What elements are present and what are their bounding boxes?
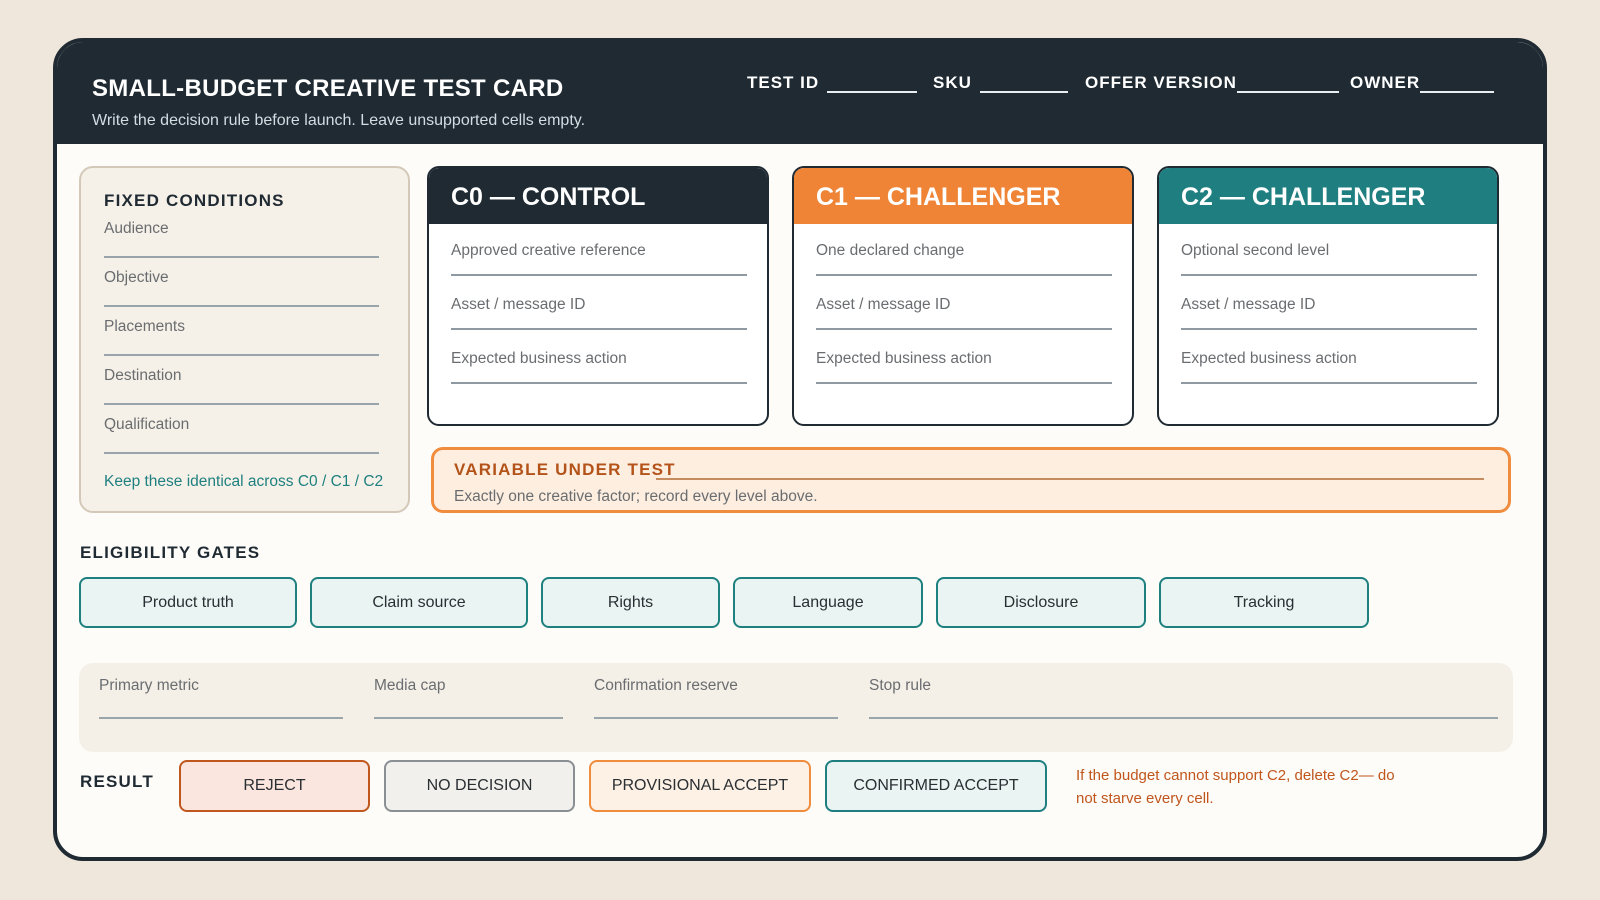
sku-field[interactable]: SKU bbox=[933, 73, 1068, 93]
card-subtitle: Write the decision rule before launch. L… bbox=[92, 112, 586, 129]
gate-tracking[interactable]: Tracking bbox=[1159, 577, 1369, 628]
stop-rule-label: Stop rule bbox=[869, 677, 932, 694]
sku-input-line[interactable] bbox=[979, 75, 1068, 93]
result-label: RESULT bbox=[80, 772, 154, 791]
card-header: SMALL-BUDGET CREATIVE TEST CARD Write th… bbox=[57, 42, 1543, 144]
test-id-label: TEST ID bbox=[747, 73, 820, 92]
fixed-condition-label: Audience bbox=[104, 220, 169, 237]
concept-c2-row[interactable]: Expected business action bbox=[1181, 332, 1477, 384]
variable-under-test[interactable]: VARIABLE UNDER TEST Exactly one creative… bbox=[431, 447, 1511, 513]
fixed-condition-destination[interactable]: Destination bbox=[104, 357, 379, 405]
fixed-condition-label: Qualification bbox=[104, 416, 190, 433]
fixed-conditions-note: Keep these identical across C0 / C1 / C2 bbox=[104, 473, 384, 490]
gate-disclosure[interactable]: Disclosure bbox=[936, 577, 1146, 628]
owner-label: OWNER bbox=[1350, 73, 1421, 92]
concept-c0-row[interactable]: Approved creative reference bbox=[451, 224, 747, 276]
fixed-condition-label: Destination bbox=[104, 367, 182, 384]
concept-c2-title: C2 — CHALLENGER bbox=[1159, 168, 1497, 224]
offer-version-field[interactable]: OFFER VERSION bbox=[1085, 73, 1339, 93]
concept-row-label: Optional second level bbox=[1181, 242, 1330, 259]
no-decision-button[interactable]: NO DECISION bbox=[384, 760, 575, 812]
concept-c0-row[interactable]: Asset / message ID bbox=[451, 278, 747, 330]
offer-version-input-line[interactable] bbox=[1236, 75, 1339, 93]
concept-c0: C0 — CONTROL Approved creative reference… bbox=[427, 166, 769, 426]
reject-button[interactable]: REJECT bbox=[179, 760, 370, 812]
metrics-panel: Primary metric Media cap Confirmation re… bbox=[79, 663, 1513, 752]
card-title: SMALL-BUDGET CREATIVE TEST CARD bbox=[92, 75, 564, 102]
gate-claim-source[interactable]: Claim source bbox=[310, 577, 528, 628]
concept-c0-row[interactable]: Expected business action bbox=[451, 332, 747, 384]
fixed-condition-audience[interactable]: Audience bbox=[104, 210, 379, 258]
concept-c0-title: C0 — CONTROL bbox=[429, 168, 767, 224]
test-id-field[interactable]: TEST ID bbox=[747, 73, 918, 93]
stop-rule-field[interactable]: Stop rule bbox=[869, 677, 1498, 719]
variable-input-line[interactable] bbox=[656, 478, 1484, 480]
concept-row-label: Expected business action bbox=[816, 350, 992, 367]
concept-row-label: Expected business action bbox=[1181, 350, 1357, 367]
sku-label: SKU bbox=[933, 73, 972, 92]
concept-row-label: Asset / message ID bbox=[1181, 296, 1316, 313]
gate-rights[interactable]: Rights bbox=[541, 577, 720, 628]
media-cap-field[interactable]: Media cap bbox=[374, 677, 563, 719]
confirmed-accept-button[interactable]: CONFIRMED ACCEPT bbox=[825, 760, 1047, 812]
fixed-conditions-title: FIXED CONDITIONS bbox=[104, 191, 285, 210]
owner-input-line[interactable] bbox=[1420, 75, 1495, 93]
fixed-condition-placements[interactable]: Placements bbox=[104, 308, 379, 356]
concept-c1-row[interactable]: Asset / message ID bbox=[816, 278, 1112, 330]
gate-language[interactable]: Language bbox=[733, 577, 923, 628]
concept-row-label: Expected business action bbox=[451, 350, 627, 367]
fixed-condition-qualification[interactable]: Qualification bbox=[104, 406, 379, 454]
concept-c2-row[interactable]: Asset / message ID bbox=[1181, 278, 1477, 330]
concept-row-label: Asset / message ID bbox=[816, 296, 951, 313]
budget-note: If the budget cannot support C2, delete … bbox=[1076, 767, 1395, 807]
variable-note: Exactly one creative factor; record ever… bbox=[454, 488, 818, 505]
primary-metric-field[interactable]: Primary metric bbox=[99, 677, 343, 719]
owner-field[interactable]: OWNER bbox=[1350, 73, 1495, 93]
concept-c1-row[interactable]: Expected business action bbox=[816, 332, 1112, 384]
media-cap-label: Media cap bbox=[374, 677, 446, 694]
fixed-conditions-panel: FIXED CONDITIONS Audience Objective Plac… bbox=[79, 166, 410, 513]
variable-label: VARIABLE UNDER TEST bbox=[454, 460, 676, 479]
confirmation-reserve-field[interactable]: Confirmation reserve bbox=[594, 677, 838, 719]
concept-row-label: Approved creative reference bbox=[451, 242, 646, 259]
offer-version-label: OFFER VERSION bbox=[1085, 73, 1237, 92]
test-id-input-line[interactable] bbox=[827, 75, 918, 93]
concept-c2: C2 — CHALLENGER Optional second level As… bbox=[1157, 166, 1499, 426]
fixed-condition-objective[interactable]: Objective bbox=[104, 259, 379, 307]
concept-c2-row[interactable]: Optional second level bbox=[1181, 224, 1477, 276]
concept-c1: C1 — CHALLENGER One declared change Asse… bbox=[792, 166, 1134, 426]
gate-product-truth[interactable]: Product truth bbox=[79, 577, 297, 628]
provisional-accept-button[interactable]: PROVISIONAL ACCEPT bbox=[589, 760, 811, 812]
fixed-condition-label: Placements bbox=[104, 318, 185, 335]
concept-c1-row[interactable]: One declared change bbox=[816, 224, 1112, 276]
test-card: SMALL-BUDGET CREATIVE TEST CARD Write th… bbox=[53, 38, 1547, 861]
confirmation-reserve-label: Confirmation reserve bbox=[594, 677, 738, 694]
fixed-condition-label: Objective bbox=[104, 269, 169, 286]
concept-row-label: One declared change bbox=[816, 242, 965, 259]
eligibility-gates-title: ELIGIBILITY GATES bbox=[80, 543, 261, 562]
concept-row-label: Asset / message ID bbox=[451, 296, 586, 313]
concept-c1-title: C1 — CHALLENGER bbox=[794, 168, 1132, 224]
primary-metric-label: Primary metric bbox=[99, 677, 199, 694]
